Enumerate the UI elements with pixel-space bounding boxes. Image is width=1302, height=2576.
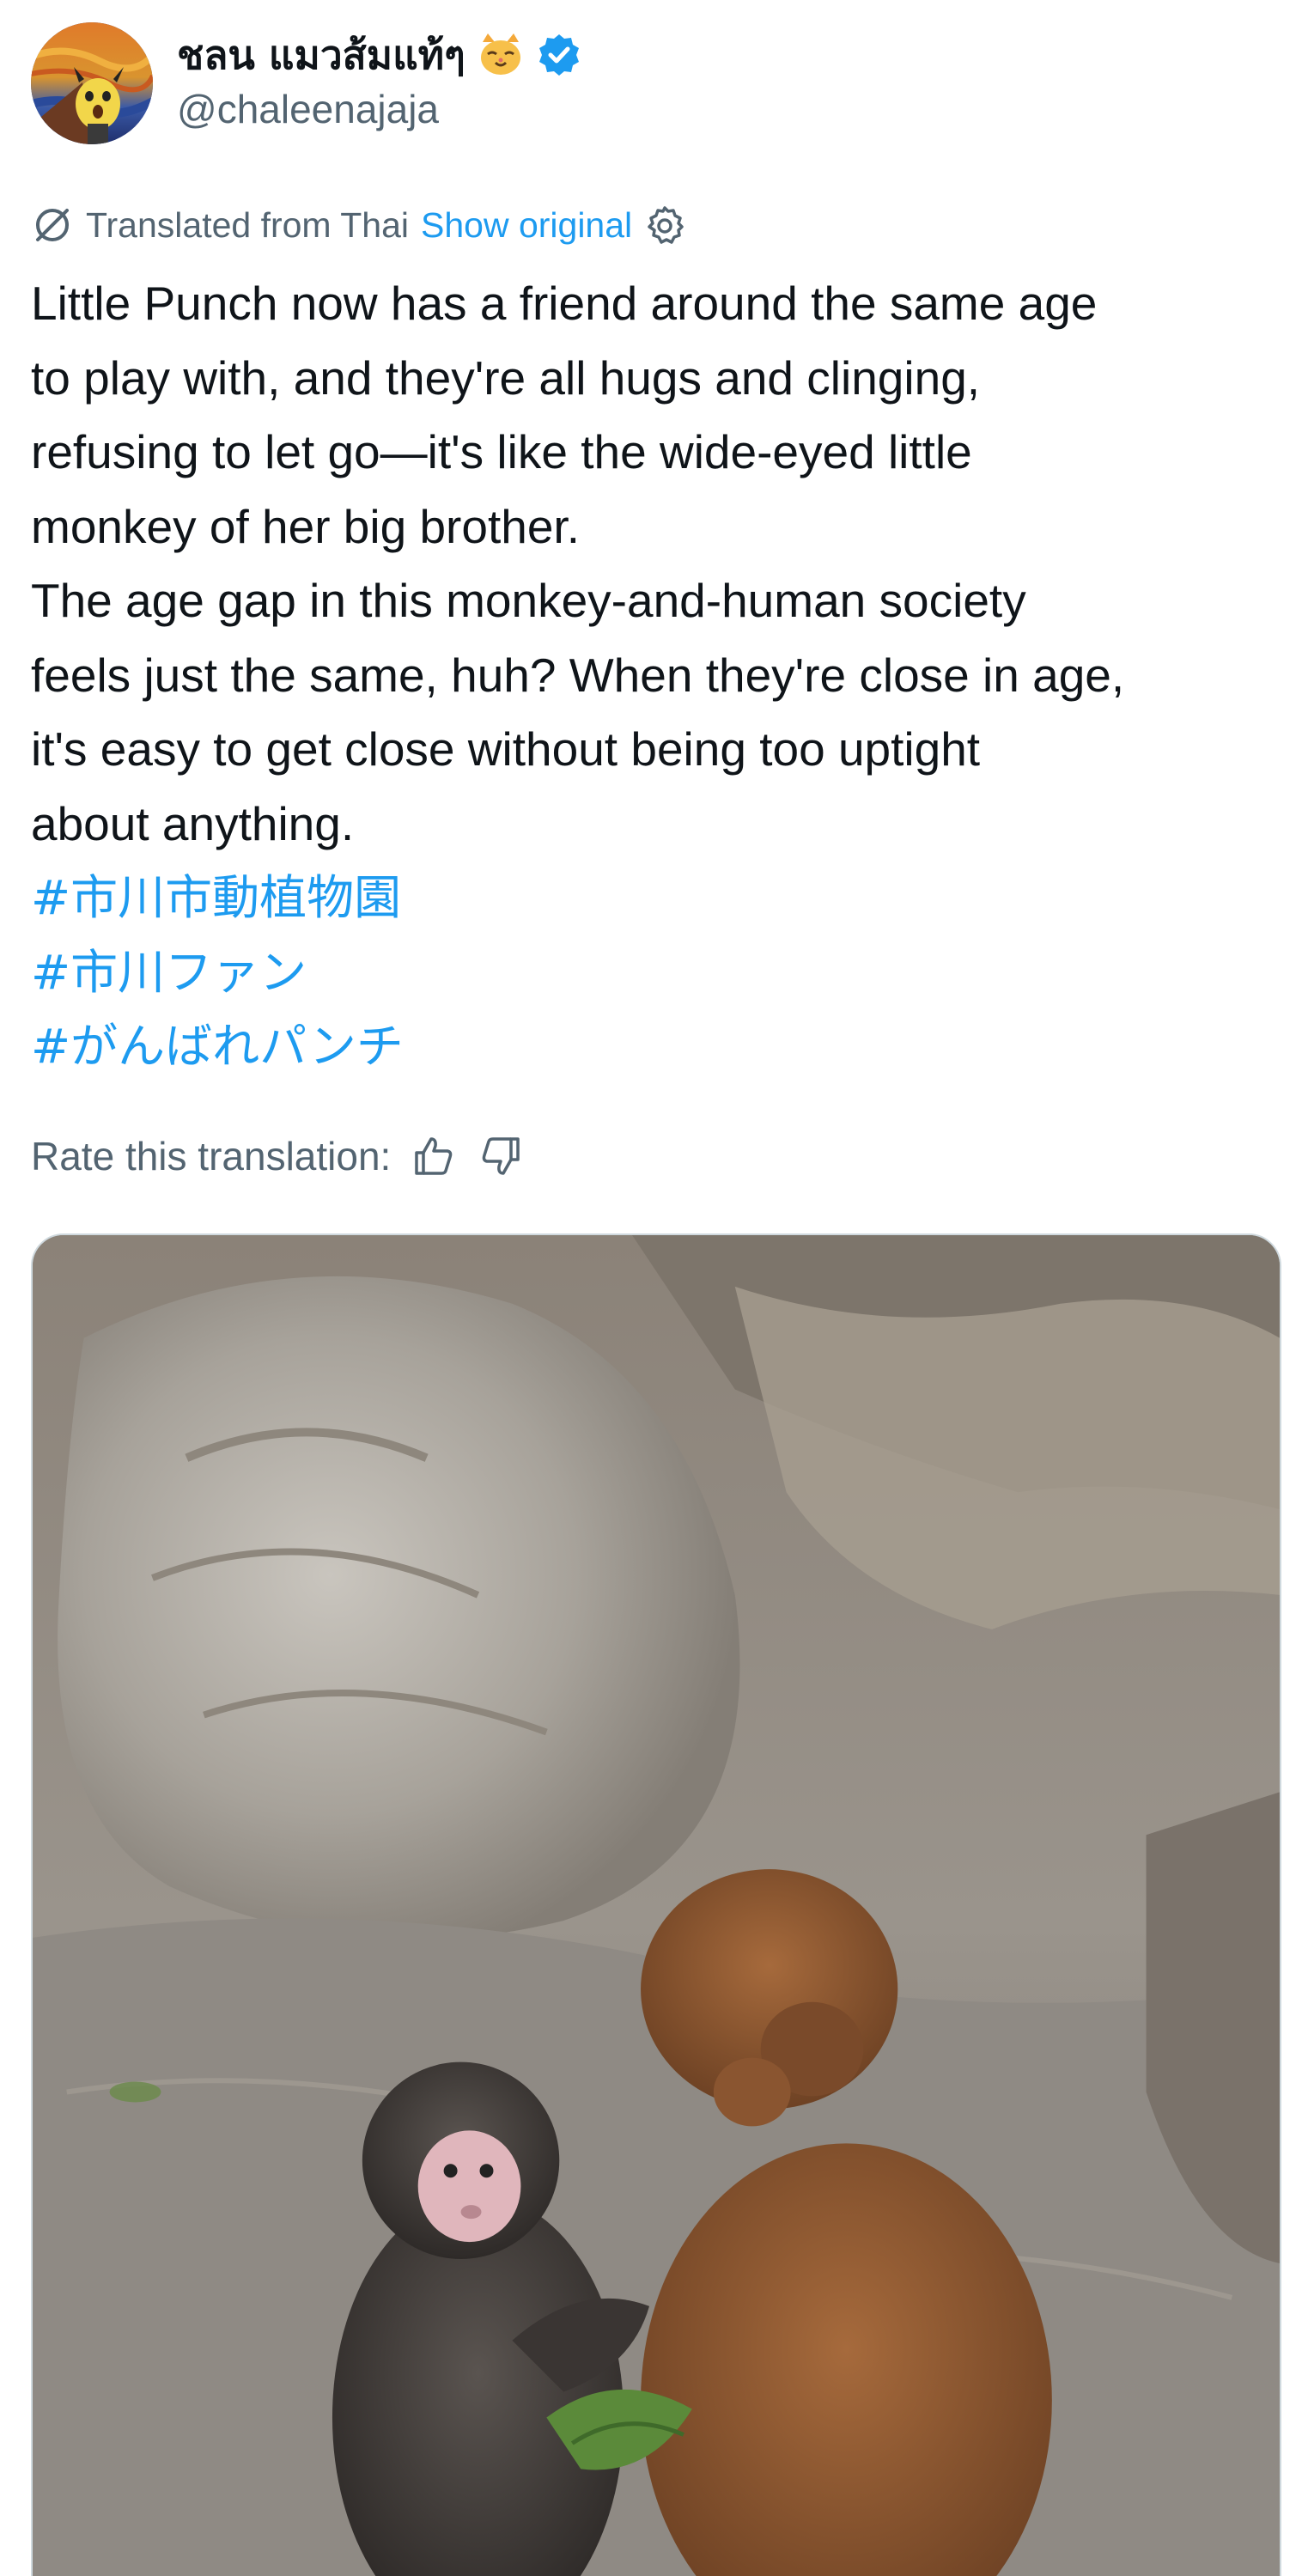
tweet-text-line: to play with, and they're all hugs and c… [31,350,981,405]
translate-globe-icon [36,209,69,241]
tweet-text-line: monkey of her big brother. [31,499,580,553]
rate-translation-bar: Rate this translation: [31,1125,525,1187]
hashtag-link[interactable]: #市川ファン [31,935,1285,1010]
tweet-photo[interactable] [31,1233,1281,2576]
gear-icon[interactable] [644,204,685,246]
author-display-name[interactable]: ชลน แมวส้มแท้ๆ [177,24,465,87]
tweet-text-line: feels just the same, huh? When they're c… [31,648,1125,702]
hashtag-link[interactable]: #がんばれパンチ [31,1009,1285,1084]
verified-badge-icon[interactable] [536,32,582,78]
translated-from-label: Translated from Thai [86,204,409,245]
show-original-link[interactable]: Show original [421,205,632,246]
two-baby-monkeys-photo-icon [33,1235,1280,2576]
author-avatar[interactable] [31,22,153,144]
tweet-text-line: about anything. [31,796,355,850]
tweet-text-line: it's easy to get close without being too… [31,722,981,776]
tweet-header: ชลน แมวส้มแท้ๆ @chaleenajaja [31,19,1268,148]
translation-bar: Translated from Thai Show original [31,199,685,251]
scream-painting-avatar-icon [31,22,153,144]
thumbs-down-icon[interactable] [477,1132,525,1180]
thumbs-up-icon[interactable] [410,1132,458,1180]
tweet-body: Little Punch now has a friend around the… [31,266,1285,1084]
author-handle[interactable]: @chaleenajaja [177,86,582,132]
rate-translation-label: Rate this translation: [31,1134,392,1178]
tweet-text-line: refusing to let go—it's like the wide-ey… [31,425,972,478]
hashtag-link[interactable]: #市川市動植物園 [31,861,1285,935]
cat-face-emoji-icon [480,33,520,75]
tweet-text-line: Little Punch now has a friend around the… [31,277,1098,330]
tweet-text-line: The age gap in this monkey-and-human soc… [31,574,1026,627]
